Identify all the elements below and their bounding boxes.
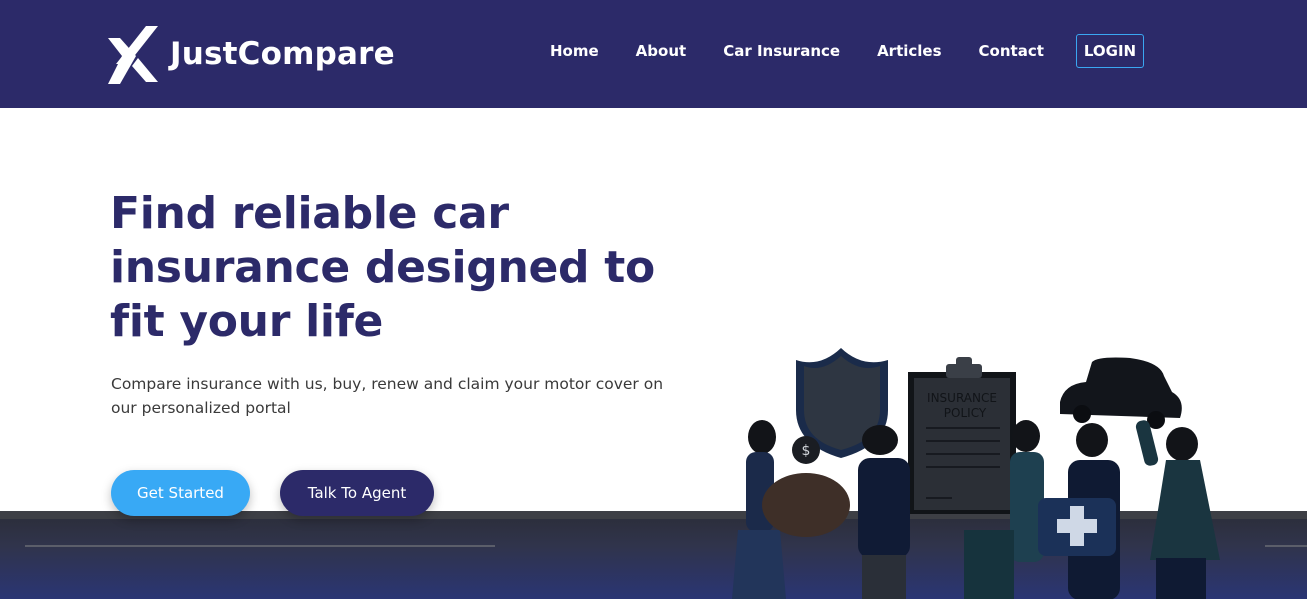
talk-to-agent-button[interactable]: Talk To Agent [280,470,434,516]
clipboard-title-line1: INSURANCE [927,391,997,405]
brand-name: JustCompare [170,36,395,72]
nav-car-insurance[interactable]: Car Insurance [723,35,840,67]
clipboard-title-line2: POLICY [944,406,987,420]
lane-marking [25,545,495,547]
insurance-policy-clipboard: INSURANCE POLICY [908,357,1016,514]
brand-logo[interactable]: JustCompare [106,22,395,86]
top-navbar: JustCompare Home About Car Insurance Art… [0,0,1307,108]
coin-symbol: $ [802,443,811,459]
hero-title: Find reliable car insurance designed to … [110,188,655,347]
main-nav: Home About Car Insurance Articles Contac… [550,34,1145,68]
insurance-people-illustration: INSURANCE POLICY $ [732,348,1220,599]
nav-about[interactable]: About [636,35,687,67]
hero-subtitle: Compare insurance with us, buy, renew an… [111,375,664,417]
person-center [858,425,910,599]
lane-marking [1265,545,1307,547]
nav-articles[interactable]: Articles [877,35,941,67]
person-with-medical-kit [1038,423,1120,599]
get-started-button[interactable]: Get Started [111,470,250,516]
login-button[interactable]: LOGIN [1075,34,1145,68]
nav-contact[interactable]: Contact [979,35,1044,67]
person-lifting-car [1135,420,1220,599]
double-chevron-logo-icon [108,26,158,84]
nav-home[interactable]: Home [550,35,599,67]
car-icon [1060,357,1182,429]
